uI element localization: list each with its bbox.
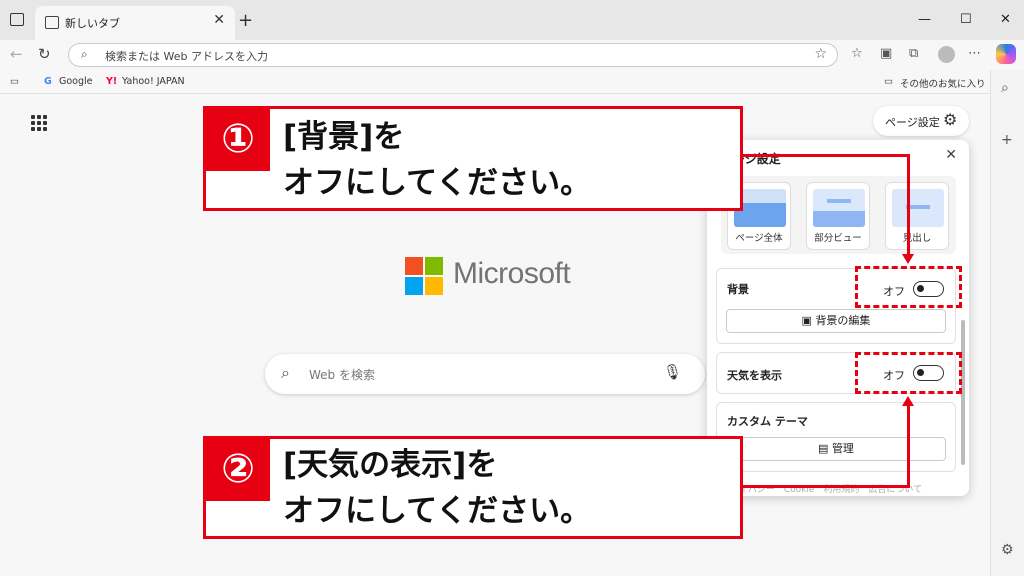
minimize-button[interactable]: — bbox=[918, 12, 931, 27]
panel-footer-links[interactable]: プライバシー Cookie 利用規約 広告について bbox=[721, 482, 922, 495]
step2-line2: オフにしてください。 bbox=[283, 493, 592, 529]
background-highlight bbox=[855, 266, 962, 308]
bookmark-google[interactable]: Google bbox=[59, 76, 93, 87]
web-search-box[interactable]: ⌕ Web を検索 🎙 bbox=[265, 354, 705, 394]
copilot-icon[interactable] bbox=[996, 44, 1016, 64]
page-settings-button[interactable]: ページ設定 ⚙ bbox=[873, 106, 969, 136]
back-arrow-icon[interactable]: ← bbox=[10, 45, 23, 63]
step2-connector-h bbox=[743, 485, 910, 488]
layout-options: ページ全体 部分ビュー 見出し bbox=[721, 176, 956, 254]
custom-theme-card: カスタム テーマ ▤ 管理 bbox=[716, 402, 956, 472]
address-placeholder: 検索または Web アドレスを入力 bbox=[105, 50, 268, 63]
layout-preview bbox=[892, 189, 944, 227]
workspaces-icon[interactable]: ▭ bbox=[10, 76, 19, 87]
edit-background-button[interactable]: ▣ 背景の編集 bbox=[726, 309, 946, 333]
step1-number: ① bbox=[206, 109, 270, 171]
layout-label: ページ全体 bbox=[735, 233, 783, 244]
sidebar-settings-icon[interactable]: ⚙ bbox=[1001, 542, 1014, 558]
step2-connector-v bbox=[907, 405, 910, 488]
step1-connector-h bbox=[743, 154, 910, 157]
page-settings-panel: ページ設定 ✕ ページ全体 部分ビュー 見出し 背景 オフ ▣ 背景の編集 天気… bbox=[707, 140, 969, 496]
app-launcher-icon[interactable] bbox=[31, 115, 47, 131]
custom-theme-title: カスタム テーマ bbox=[727, 415, 808, 428]
address-bar[interactable]: ⌕ 検索または Web アドレスを入力 ☆ bbox=[68, 43, 838, 67]
tab-new-tab[interactable]: 新しいタブ ✕ bbox=[35, 6, 235, 40]
favorite-star-icon[interactable]: ☆ bbox=[814, 46, 827, 62]
favorites-bar: ▭ G Google Y! Yahoo! JAPAN ▭ その他のお気に入り bbox=[0, 70, 990, 94]
bookmark-yahoo[interactable]: Yahoo! JAPAN bbox=[122, 76, 185, 87]
new-tab-page-icon bbox=[45, 16, 59, 29]
image-icon: ▣ bbox=[801, 314, 816, 327]
weather-title: 天気を表示 bbox=[727, 369, 782, 382]
more-options-icon[interactable]: ⋯ bbox=[968, 46, 981, 61]
close-window-button[interactable]: ✕ bbox=[1000, 12, 1011, 27]
step1-line1: [背景]を bbox=[283, 119, 405, 155]
step1-line2: オフにしてください。 bbox=[283, 165, 592, 201]
profile-avatar[interactable] bbox=[938, 46, 955, 63]
gear-icon: ⚙ bbox=[943, 110, 958, 129]
step1-arrowhead bbox=[902, 254, 914, 264]
microsoft-wordmark: Microsoft bbox=[453, 257, 571, 290]
favorites-icon[interactable]: ☆ bbox=[851, 46, 863, 61]
tab-bar: 新しいタブ ✕ + — ☐ ✕ bbox=[0, 0, 1024, 40]
step1-callout: ① [背景]を オフにしてください。 bbox=[203, 106, 743, 211]
microphone-icon[interactable]: 🎙 bbox=[663, 363, 682, 381]
layout-label: 部分ビュー bbox=[814, 233, 862, 244]
microsoft-logo bbox=[405, 257, 443, 295]
edit-background-label: 背景の編集 bbox=[815, 314, 871, 327]
manage-label: 管理 bbox=[831, 442, 854, 455]
new-tab-button[interactable]: + bbox=[238, 10, 253, 31]
screenshot-icon[interactable]: ⧉ bbox=[909, 46, 918, 61]
collections-icon[interactable]: ▣ bbox=[880, 46, 892, 61]
layout-headings[interactable]: 見出し bbox=[885, 182, 949, 250]
right-sidebar: ⌕ + ⚙ bbox=[990, 70, 1024, 576]
weather-highlight bbox=[855, 352, 962, 394]
layout-partial-view[interactable]: 部分ビュー bbox=[806, 182, 870, 250]
tab-title: 新しいタブ bbox=[65, 17, 120, 30]
tab-actions-icon[interactable] bbox=[10, 13, 24, 26]
close-tab-icon[interactable]: ✕ bbox=[213, 12, 225, 28]
layout-label: 見出し bbox=[902, 233, 932, 244]
palette-icon: ▤ bbox=[818, 442, 832, 455]
step2-arrowhead bbox=[902, 396, 914, 406]
google-favicon-icon: G bbox=[44, 76, 52, 87]
manage-theme-button[interactable]: ▤ 管理 bbox=[726, 437, 946, 461]
folder-icon: ▭ bbox=[884, 76, 893, 87]
sidebar-search-icon[interactable]: ⌕ bbox=[1001, 80, 1009, 96]
sidebar-add-icon[interactable]: + bbox=[1001, 132, 1013, 148]
background-title: 背景 bbox=[727, 283, 749, 296]
navigation-bar: ← ↻ ⌕ 検索または Web アドレスを入力 ☆ ☆ ▣ ⧉ ⋯ bbox=[0, 40, 1024, 70]
step1-connector-v bbox=[907, 154, 910, 254]
page-settings-label: ページ設定 bbox=[885, 116, 940, 129]
layout-preview bbox=[813, 189, 865, 227]
refresh-icon[interactable]: ↻ bbox=[38, 45, 51, 63]
search-icon: ⌕ bbox=[81, 47, 88, 61]
search-icon: ⌕ bbox=[281, 363, 290, 382]
search-placeholder: Web を検索 bbox=[309, 368, 375, 382]
step2-number: ② bbox=[206, 439, 270, 501]
other-favorites[interactable]: その他のお気に入り bbox=[900, 76, 986, 90]
step2-callout: ② [天気の表示]を オフにしてください。 bbox=[203, 436, 743, 539]
browser-window: 新しいタブ ✕ + — ☐ ✕ ← ↻ ⌕ 検索または Web アドレスを入力 … bbox=[0, 0, 1024, 576]
close-icon[interactable]: ✕ bbox=[945, 147, 957, 163]
maximize-button[interactable]: ☐ bbox=[960, 12, 972, 27]
yahoo-favicon-icon: Y! bbox=[106, 76, 118, 87]
step2-line1: [天気の表示]を bbox=[283, 447, 498, 483]
